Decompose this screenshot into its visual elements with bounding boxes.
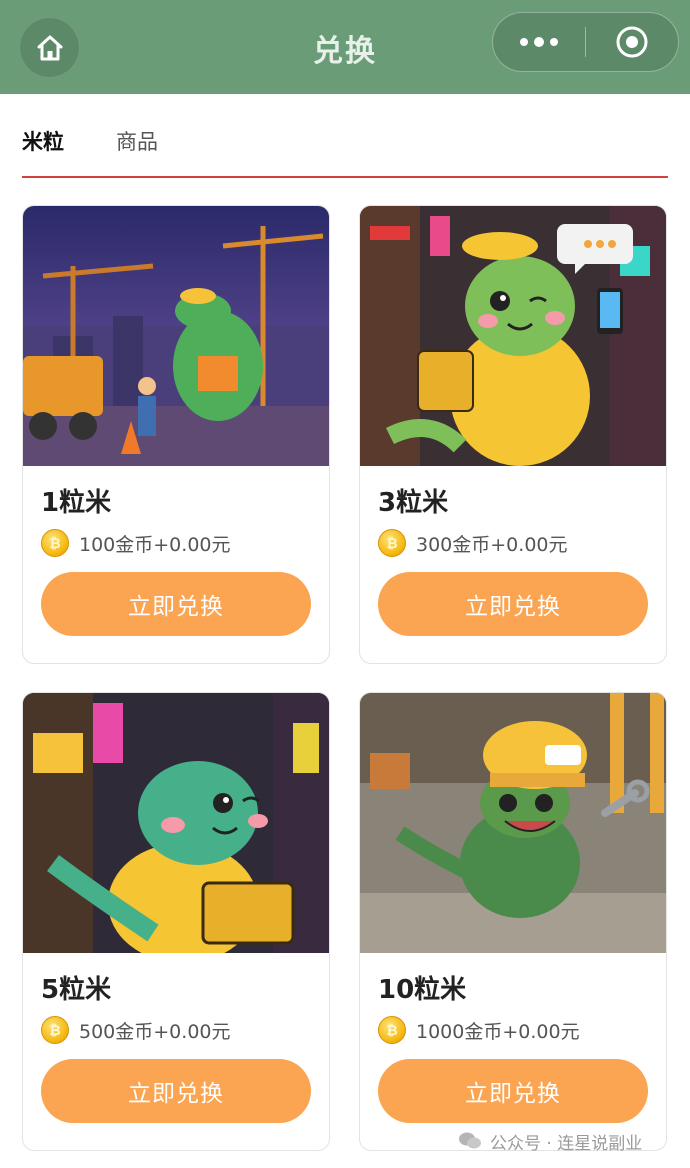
gold-coin-icon: ₿: [378, 529, 406, 557]
product-name: 1粒米: [41, 488, 112, 518]
product-name: 10粒米: [378, 975, 467, 1005]
more-dot-icon: [550, 38, 558, 46]
product-card[interactable]: 10粒米 ₿ 1000金币+0.00元 立即兑换: [359, 692, 667, 1151]
close-button[interactable]: [586, 13, 678, 71]
gold-coin-icon: ₿: [41, 529, 69, 557]
dinosaur-construction-worker-image: [23, 206, 329, 466]
price-row: ₿ 500金币+0.00元: [41, 1015, 231, 1045]
wechat-icon: [459, 1132, 481, 1149]
tab-goods[interactable]: 商品: [116, 126, 158, 156]
mini-program-capsule: [492, 12, 679, 72]
nav-header: 兑换: [0, 0, 690, 94]
redeem-button[interactable]: 立即兑换: [41, 572, 311, 636]
price-row: ₿ 100金币+0.00元: [41, 528, 231, 558]
redeem-button[interactable]: 立即兑换: [378, 572, 648, 636]
tab-rice[interactable]: 米粒: [22, 126, 64, 156]
product-price: 500金币+0.00元: [79, 1020, 231, 1043]
dinosaur-delivery-box-image: [23, 693, 329, 953]
gold-coin-icon: ₿: [41, 1016, 69, 1044]
dinosaur-delivery-phone-image: [360, 206, 666, 466]
target-close-icon: [616, 26, 648, 58]
more-dot-icon: [520, 38, 528, 46]
product-card[interactable]: 5粒米 ₿ 500金币+0.00元 立即兑换: [22, 692, 330, 1151]
product-card[interactable]: 3粒米 ₿ 300金币+0.00元 立即兑换: [359, 205, 667, 664]
product-price: 1000金币+0.00元: [416, 1020, 580, 1043]
gold-coin-icon: ₿: [378, 1016, 406, 1044]
product-card[interactable]: 1粒米 ₿ 100金币+0.00元 立即兑换: [22, 205, 330, 664]
redeem-button[interactable]: 立即兑换: [378, 1059, 648, 1123]
more-button[interactable]: [493, 13, 585, 71]
watermark-text: 公众号 · 连星说副业: [490, 1133, 643, 1154]
dinosaur-wrench-image: [360, 693, 666, 953]
tab-underline: [22, 176, 668, 178]
price-row: ₿ 1000金币+0.00元: [378, 1015, 580, 1045]
product-price: 300金币+0.00元: [416, 533, 568, 556]
product-name: 3粒米: [378, 488, 449, 518]
category-tabs: 米粒 商品: [22, 120, 668, 178]
watermark: 公众号 · 连星说副业: [458, 1128, 642, 1154]
price-row: ₿ 300金币+0.00元: [378, 528, 568, 558]
more-dot-icon: [534, 37, 544, 47]
product-name: 5粒米: [41, 975, 112, 1005]
product-price: 100金币+0.00元: [79, 533, 231, 556]
redeem-button[interactable]: 立即兑换: [41, 1059, 311, 1123]
